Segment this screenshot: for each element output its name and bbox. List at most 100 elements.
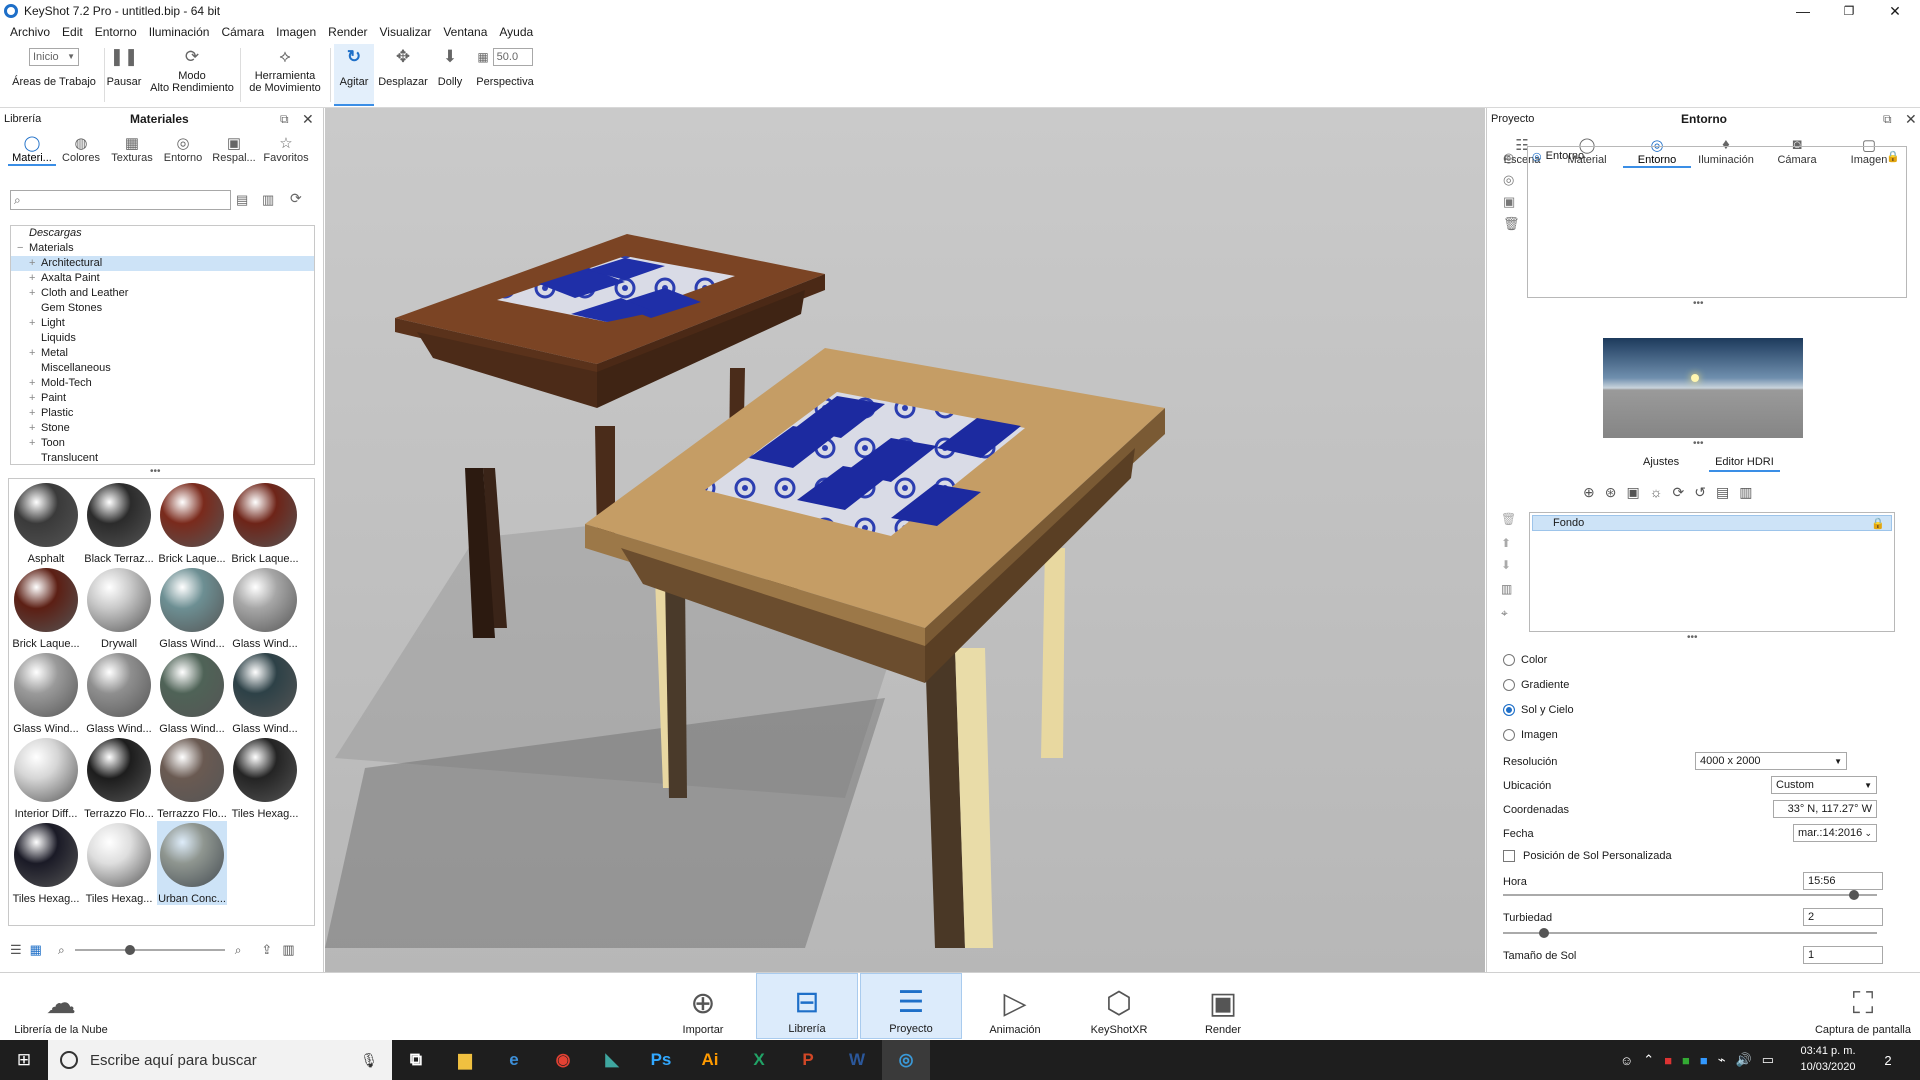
list-view-icon[interactable]: ☰ <box>10 942 22 958</box>
tree-item[interactable]: + Plastic <box>11 406 314 421</box>
material-thumbnail[interactable]: Glass Wind... <box>157 566 227 650</box>
splitter-handle[interactable]: ••• <box>1687 632 1698 643</box>
radio-sol-y-cielo[interactable]: Sol y Cielo <box>1503 704 1574 716</box>
tree-item[interactable]: + Paint <box>11 391 314 406</box>
material-thumbnail[interactable]: Brick Laque... <box>11 566 81 650</box>
refresh-icon[interactable]: ⟳ <box>290 190 302 207</box>
hdri-preview[interactable] <box>1603 338 1803 438</box>
material-thumbnail[interactable]: Glass Wind... <box>230 566 300 650</box>
pan-button[interactable]: ✥ Desplazar <box>376 44 430 106</box>
tumble-button[interactable]: ↻ Agitar <box>334 44 374 106</box>
powerpoint-icon[interactable]: P <box>784 1040 832 1080</box>
material-thumbnail[interactable]: Terrazzo Flo... <box>157 736 227 820</box>
environment-settings-icon[interactable]: ▣ <box>1503 194 1515 210</box>
material-thumbnail[interactable]: Glass Wind... <box>157 651 227 735</box>
radio-sol-y-cielo-circle[interactable] <box>1503 704 1515 716</box>
tab-favoritos[interactable]: ☆ Favoritos <box>260 134 312 166</box>
dolly-button[interactable]: ⬇ Dolly <box>432 44 468 106</box>
tree-item[interactable]: + Toon <box>11 436 314 451</box>
menu-iluminacion[interactable]: Iluminación <box>143 25 216 39</box>
turbidity-field[interactable]: 2 <box>1803 908 1883 926</box>
lock-icon[interactable]: 🔒 <box>1871 517 1885 530</box>
add-sun-icon[interactable]: ☼ <box>1650 484 1663 501</box>
menu-render[interactable]: Render <box>322 25 373 39</box>
chrome-icon[interactable]: ◉ <box>539 1040 587 1080</box>
splitter-handle[interactable]: ••• <box>1693 438 1704 449</box>
tree-item[interactable]: Descargas <box>11 226 314 241</box>
library-search-input[interactable]: ⌕ <box>10 190 231 210</box>
import-folder-icon[interactable]: ▥ <box>262 192 274 208</box>
project-button[interactable]: ☰ Proyecto <box>860 973 962 1039</box>
tab-editor-hdri[interactable]: Editor HDRI <box>1709 454 1780 472</box>
material-thumbnail[interactable]: Drywall <box>84 566 154 650</box>
menu-ayuda[interactable]: Ayuda <box>493 25 539 39</box>
material-thumbnail[interactable]: Black Terraz... <box>84 481 154 565</box>
material-thumbnail[interactable]: Brick Laque... <box>230 481 300 565</box>
radio-imagen-circle[interactable] <box>1503 729 1515 741</box>
pause-button[interactable]: ❚❚ Pausar <box>104 44 144 106</box>
resolution-select[interactable]: 4000 x 2000 ▼ <box>1695 752 1847 770</box>
tray-app-icon[interactable]: ■ <box>1682 1053 1690 1068</box>
upload-icon[interactable]: ⇪ <box>261 942 272 958</box>
add-environment-icon[interactable]: ◎ <box>1503 150 1514 166</box>
material-thumbnail[interactable]: Interior Diff... <box>11 736 81 820</box>
material-thumbnail[interactable]: Brick Laque... <box>157 481 227 565</box>
tree-item[interactable]: + Axalta Paint <box>11 271 314 286</box>
splitter-handle[interactable]: ••• <box>150 466 161 477</box>
environment-item[interactable]: ◎ Entorno 🔒 <box>1528 147 1906 165</box>
duplicate-environment-icon[interactable]: ◎ <box>1503 172 1514 188</box>
tree-item[interactable]: Miscellaneous <box>11 361 314 376</box>
tree-item[interactable]: + Cloth and Leather <box>11 286 314 301</box>
open-folder-icon[interactable]: ▤ <box>236 192 248 208</box>
taskbar-search-box[interactable]: Escribe aquí para buscar 🎙 <box>48 1040 392 1080</box>
radio-imagen[interactable]: Imagen <box>1503 729 1558 741</box>
menu-camara[interactable]: Cámara <box>215 25 270 39</box>
slider-knob[interactable] <box>124 945 135 955</box>
add-light-icon[interactable]: ⊛ <box>1605 484 1617 501</box>
radio-gradiente-circle[interactable] <box>1503 679 1515 691</box>
add-image-icon[interactable]: ▣ <box>1626 484 1639 501</box>
checkbox-box[interactable] <box>1503 850 1515 862</box>
move-up-icon[interactable]: ⬆ <box>1501 536 1511 550</box>
close-panel-icon[interactable]: ✕ <box>1905 111 1917 128</box>
cloud-library-button[interactable]: ☁ Librería de la Nube <box>10 973 112 1039</box>
tree-item[interactable]: − Materials <box>11 241 314 256</box>
trash-icon[interactable]: 🗑 <box>1503 216 1520 232</box>
tree-expander-icon[interactable]: + <box>29 346 41 361</box>
undock-icon[interactable]: ⧉ <box>1883 112 1892 127</box>
tray-app-icon[interactable]: ■ <box>1700 1053 1708 1068</box>
tree-expander-icon[interactable]: + <box>29 376 41 391</box>
material-thumbnail[interactable]: Terrazzo Flo... <box>84 736 154 820</box>
material-thumbnail[interactable]: Glass Wind... <box>11 651 81 735</box>
tree-item[interactable]: Gem Stones <box>11 301 314 316</box>
tree-item[interactable]: Translucent <box>11 451 314 464</box>
tray-app-icon[interactable]: ■ <box>1664 1053 1672 1068</box>
close-button[interactable]: ✕ <box>1872 0 1918 22</box>
word-icon[interactable]: W <box>833 1040 881 1080</box>
task-view-icon[interactable]: ⧉ <box>392 1040 440 1080</box>
layer-item-fondo[interactable]: Fondo 🔒 <box>1532 515 1892 531</box>
hour-slider-knob[interactable] <box>1849 890 1859 900</box>
move-tool-button[interactable]: ⟡ Herramienta de Movimiento <box>244 44 326 106</box>
import-button[interactable]: ⊕ Importar <box>652 973 754 1039</box>
material-thumbnail[interactable]: Urban Conc... <box>157 821 227 905</box>
tab-colores[interactable]: ◍ Colores <box>56 134 106 166</box>
save-icon[interactable]: ▤ <box>1716 484 1729 501</box>
undock-icon[interactable]: ⧉ <box>280 112 289 127</box>
tab-texturas[interactable]: ▦ Texturas <box>106 134 158 166</box>
notifications-icon[interactable]: 2 <box>1876 1048 1900 1072</box>
target-icon[interactable]: ⌖ <box>1501 606 1508 621</box>
library-button[interactable]: ⊟ Librería <box>756 973 858 1039</box>
people-icon[interactable]: ☺ <box>1620 1053 1633 1068</box>
zoom-in-icon[interactable]: ⌕ <box>235 943 242 958</box>
material-thumbnail[interactable]: Tiles Hexag... <box>11 821 81 905</box>
location-select[interactable]: Custom ▼ <box>1771 776 1877 794</box>
grid-view-icon[interactable]: ▦ <box>30 942 42 958</box>
render-button[interactable]: ▣ Render <box>1172 973 1274 1039</box>
microphone-icon[interactable]: 🎙 <box>360 1052 378 1069</box>
tree-expander-icon[interactable]: + <box>29 286 41 301</box>
menu-edit[interactable]: Edit <box>56 25 89 39</box>
maximize-button[interactable]: ❐ <box>1826 0 1872 22</box>
file-explorer-icon[interactable]: ▆ <box>441 1040 489 1080</box>
material-thumbnail[interactable]: Glass Wind... <box>230 651 300 735</box>
